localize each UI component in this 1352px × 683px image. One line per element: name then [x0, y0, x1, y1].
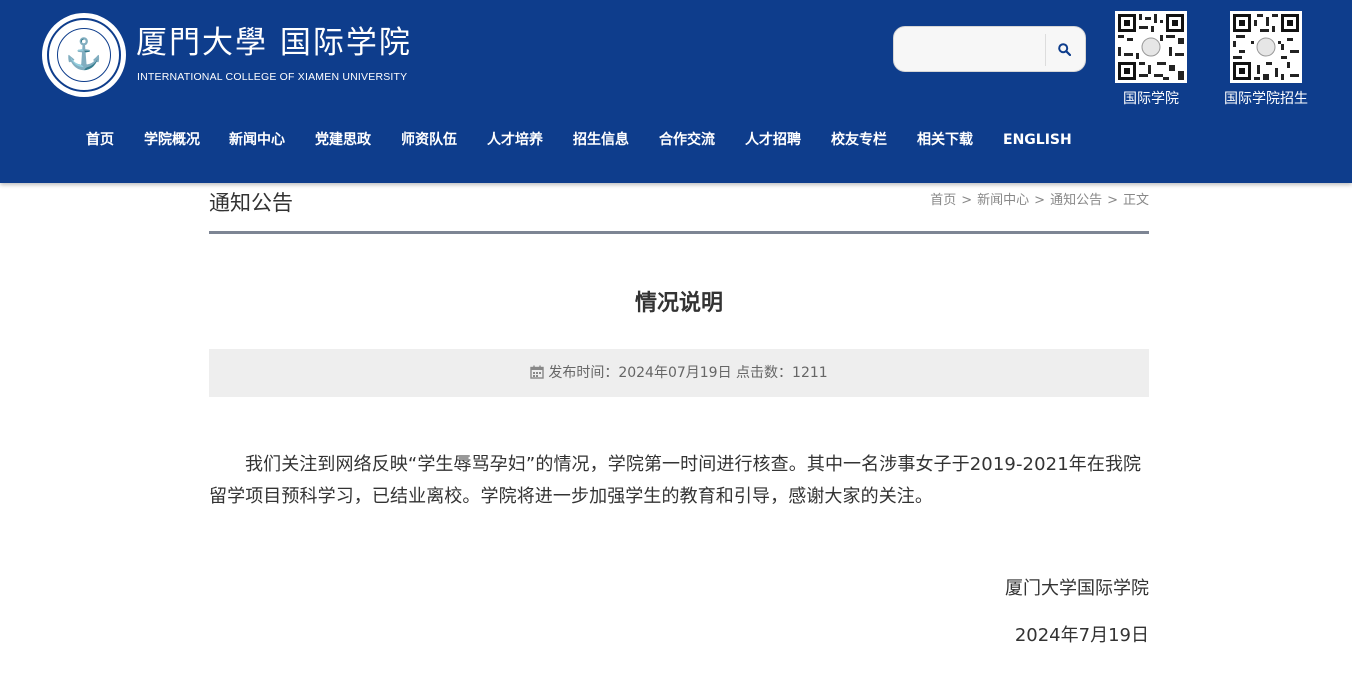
signature-organization: 厦门大学国际学院 — [1005, 578, 1149, 599]
breadcrumb: 首页 > 新闻中心 > 通知公告 > 正文 — [930, 192, 1149, 210]
university-emblem-logo[interactable]: ⚓ — [42, 13, 126, 97]
qr-label-admissions: 国际学院招生 — [1224, 91, 1308, 107]
qr-code-admissions — [1230, 11, 1302, 83]
site-header: ⚓ 厦門大學 国际学院 INTERNATIONAL COLLEGE OF XIA… — [0, 0, 1352, 183]
nav-item-party[interactable]: 党建思政 — [315, 126, 371, 154]
calendar-icon — [530, 365, 545, 379]
breadcrumb-notices[interactable]: 通知公告 — [1050, 193, 1102, 208]
search-icon — [1058, 43, 1071, 56]
site-logo-chinese[interactable]: 厦門大學 国际学院 — [136, 22, 412, 64]
article-meta-text: 发布时间：2024年07月19日 点击数：1211 — [548, 365, 828, 381]
nav-item-recruitment[interactable]: 人才招聘 — [745, 126, 801, 154]
breadcrumb-separator: > — [1034, 193, 1046, 208]
breadcrumb-separator: > — [1107, 193, 1118, 208]
breadcrumb-current: 正文 — [1122, 193, 1149, 208]
section-divider — [209, 231, 1149, 234]
emblem-glyph: ⚓ — [65, 37, 103, 72]
search-box — [893, 26, 1086, 72]
nav-item-english[interactable]: ENGLISH — [1003, 126, 1072, 154]
nav-item-alumni[interactable]: 校友专栏 — [831, 126, 887, 154]
qr-code-image — [1115, 11, 1187, 83]
qr-code-image — [1230, 11, 1302, 83]
nav-item-downloads[interactable]: 相关下载 — [917, 126, 973, 154]
nav-item-about[interactable]: 学院概况 — [144, 126, 200, 154]
nav-item-cooperation[interactable]: 合作交流 — [659, 126, 715, 154]
qr-code-college — [1115, 11, 1187, 83]
site-logo-english[interactable]: INTERNATIONAL COLLEGE OF XIAMEN UNIVERSI… — [137, 69, 407, 85]
nav-item-education[interactable]: 人才培养 — [487, 126, 543, 154]
breadcrumb-separator: > — [961, 193, 973, 208]
search-input[interactable] — [902, 34, 1040, 64]
qr-label-college: 国际学院 — [1123, 91, 1179, 107]
main-nav: 首页 学院概况 新闻中心 党建思政 师资队伍 人才培养 招生信息 合作交流 人才… — [0, 126, 1352, 154]
nav-item-faculty[interactable]: 师资队伍 — [401, 126, 457, 154]
nav-item-news[interactable]: 新闻中心 — [229, 126, 285, 154]
breadcrumb-home[interactable]: 首页 — [930, 193, 956, 208]
article-body: 我们关注到网络反映“学生辱骂孕妇”的情况，学院第一时间进行核查。其中一名涉事女子… — [209, 454, 1142, 507]
breadcrumb-news[interactable]: 新闻中心 — [977, 193, 1029, 208]
search-button[interactable] — [1047, 31, 1083, 69]
article-title: 情况说明 — [634, 291, 723, 316]
signature-date: 2024年7月19日 — [1014, 625, 1149, 646]
nav-item-home[interactable]: 首页 — [86, 126, 114, 154]
section-title: 通知公告 — [209, 191, 293, 215]
nav-item-admissions[interactable]: 招生信息 — [573, 126, 629, 154]
search-divider — [1045, 34, 1046, 66]
article-meta-bar: 发布时间：2024年07月19日 点击数：1211 — [209, 349, 1149, 397]
